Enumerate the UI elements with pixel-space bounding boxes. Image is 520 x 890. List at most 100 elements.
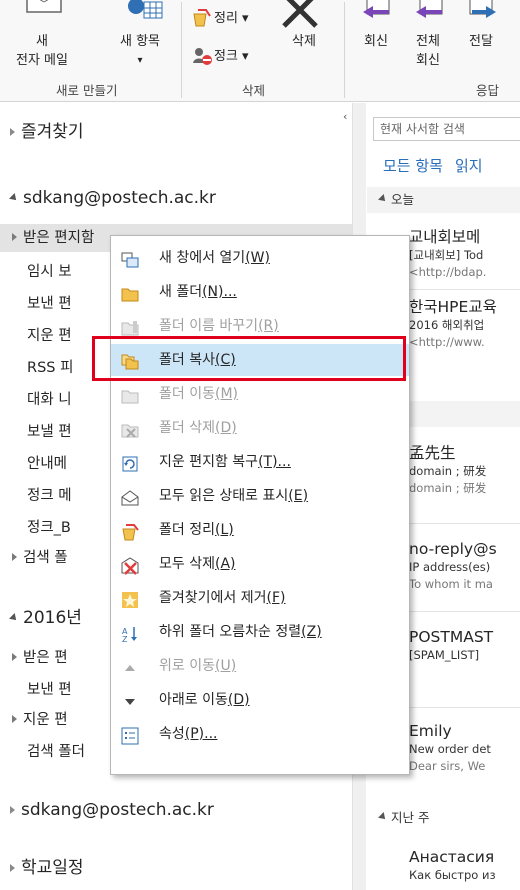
folder-label: 검색 폴더 [27,744,85,760]
group-header-today[interactable]: 오늘 [367,187,520,213]
new-email-label-1: 새 [36,34,48,49]
folder-junk-b[interactable]: 정크_B [27,514,71,542]
delete-button[interactable]: 삭제 [282,32,326,51]
folder-label: RSS 피 [27,360,74,376]
sort-ascending-icon: AZ [121,623,139,644]
menu-label: 폴더 삭제 [159,420,215,436]
folder-2016-deleted[interactable]: 지운 편 [12,706,68,734]
menu-accel: (U) [214,658,237,674]
menu-item-move-down[interactable]: 아래로 이동(D) [111,684,409,716]
menu-item-recover-deleted[interactable]: 지운 편지함 복구(T)... [111,446,409,478]
reply-all-button[interactable]: 전체 회신 [406,32,450,70]
menu-label: 새 폴더 [159,284,203,300]
group-label: 오늘 [391,192,415,207]
folder-context-menu: 새 창에서 열기(W) 새 폴더(N)... 폴더 이름 바꾸기(R) 폴더 복… [110,235,410,775]
preview: <http://bdap. [409,265,487,279]
menu-accel: (W) [245,250,270,266]
folder-search[interactable]: 검색 폴 [12,544,68,572]
collapse-icon [378,194,388,204]
menu-item-delete-folder[interactable]: 폴더 삭제(D) [111,412,409,444]
group-label: 지난 주 [391,810,430,825]
cleanup-button[interactable]: 정리 ▾ [214,9,249,28]
preview: domain ; 研发 [409,481,487,495]
account-label: 2016년 [23,608,82,628]
divider [409,289,520,290]
junk-icon [192,46,212,70]
search-placeholder: 현재 사서함 검색 [380,122,465,136]
menu-label: 지운 편지함 복구 [159,454,259,470]
folder-2016-inbox[interactable]: 받은 편 [12,644,68,672]
menu-item-clean-folder[interactable]: 폴더 정리(L) [111,514,409,546]
folder-label: 보낸 편 [27,682,72,698]
menu-label: 즐겨찾기에서 제거 [159,590,267,606]
arrow-up-icon [121,657,139,675]
rename-folder-icon [121,317,139,336]
folder-label: 임시 보 [27,264,72,280]
group-header-lastweek[interactable]: 지난 주 [367,805,520,831]
folder-rss[interactable]: RSS 피 [27,354,73,382]
account-header-1[interactable]: sdkang@postech.ac.kr [9,184,216,212]
folder-notice[interactable]: 안내메 [27,450,67,478]
calendar-school[interactable]: 학교일정 [10,854,84,882]
menu-label: 새 창에서 열기 [159,250,246,266]
expand-icon [12,553,17,561]
subject: [교내회보] Tod [409,248,484,262]
forward-button[interactable]: 전달 [459,32,503,51]
mark-read-icon [121,487,139,506]
folder-2016-sent[interactable]: 보낸 편 [27,676,72,704]
account-label: sdkang@postech.ac.kr [23,188,216,208]
folder-label: 받은 편 [23,650,68,666]
folder-deleted[interactable]: 지운 편 [27,322,72,350]
properties-icon [121,725,139,745]
menu-item-move-up[interactable]: 위로 이동(U) [111,650,409,682]
delete-icon [282,0,322,32]
list-item[interactable]: Анастасия Как быстро из [367,847,520,884]
account-header-2016[interactable]: 2016년 [9,604,82,632]
menu-item-delete-all[interactable]: 모두 삭제(A) [111,548,409,580]
favorites-header[interactable]: 즐겨찾기 [10,118,84,146]
divider [409,707,520,708]
folder-drafts[interactable]: 임시 보 [27,258,72,286]
subject: 2016 해외취업 [409,318,485,332]
folder-junk[interactable]: 정크 메 [27,482,72,510]
sender: no-reply@s [409,540,497,558]
subject: Как быстро из [409,868,496,882]
expand-icon [10,128,15,136]
folder-sent[interactable]: 보낸 편 [27,290,72,318]
menu-item-mark-all-read[interactable]: 모두 읽은 상태로 표시(E) [111,480,409,512]
reply-button[interactable]: 회신 [356,32,396,51]
new-items-icon [120,0,164,28]
menu-label: 속성 [159,726,185,742]
menu-item-properties[interactable]: 속성(P)... [111,718,409,750]
folder-conversation[interactable]: 대화 니 [27,386,72,414]
menu-item-move-folder[interactable]: 폴더 이동(M) [111,378,409,410]
subject: IP address(es) [409,560,491,574]
menu-item-open-new-window[interactable]: 새 창에서 열기(W) [111,242,409,274]
star-remove-icon [121,589,139,608]
junk-button[interactable]: 정크 ▾ [214,47,249,66]
folder-outbox[interactable]: 보낼 편 [27,418,72,446]
collapse-folder-pane-button[interactable]: ‹ [343,110,347,123]
menu-item-sort-subfolders[interactable]: AZ 하위 폴더 오름차순 정렬(Z) [111,616,409,648]
account-header-2[interactable]: sdkang@postech.ac.kr [10,796,214,824]
group-label-respond: 응답 [476,83,500,98]
search-input[interactable]: 현재 사서함 검색 [373,117,520,141]
folder-label: 지운 편 [23,712,68,728]
tab-unread[interactable]: 읽지 [455,157,483,175]
menu-accel: (T)... [258,454,291,470]
expand-icon [10,864,15,872]
new-email-button[interactable]: 새 전자 메일 [0,32,84,70]
folder-label: 정크_B [27,520,71,536]
filter-tabs: 모든 항목 읽지 [383,155,495,176]
folder-2016-search[interactable]: 검색 폴더 [27,738,85,766]
menu-item-new-folder[interactable]: 새 폴더(N)... [111,276,409,308]
menu-accel: (Z) [301,624,322,640]
subject: New order det [409,742,491,756]
tab-all[interactable]: 모든 항목 [383,157,443,175]
new-items-button[interactable]: 새 항목 ▾ [100,32,180,70]
menu-item-remove-favorites[interactable]: 즐겨찾기에서 제거(F) [111,582,409,614]
folder-inbox[interactable]: 받은 편지함 [12,224,94,252]
ribbon-separator [344,2,345,98]
delete-folder-icon [121,419,139,438]
sender: POSTMAST [409,628,494,646]
